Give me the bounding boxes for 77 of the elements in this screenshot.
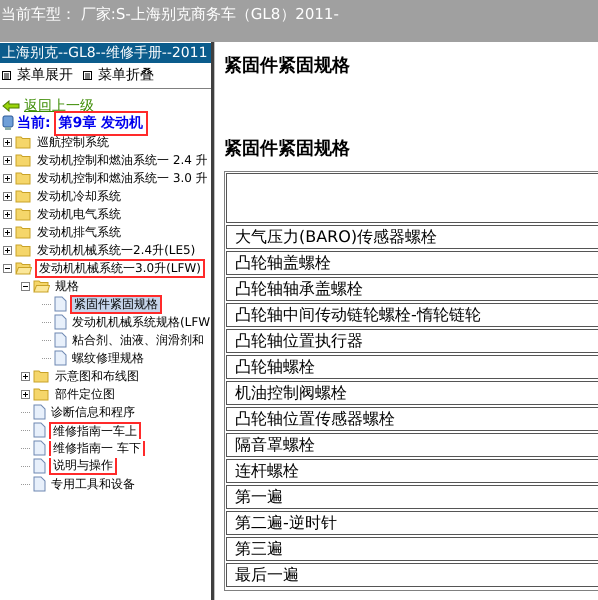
expand-icon[interactable] [3, 210, 12, 218]
tree-item[interactable]: 说明与操作 [49, 458, 117, 474]
tree-item[interactable]: 维修指南一 车下 [49, 440, 145, 456]
table-cell: 凸轮轴盖螺栓 [226, 251, 598, 275]
collapse-icon[interactable] [21, 282, 30, 290]
list-icon [83, 71, 92, 80]
tree-item[interactable]: 巡航控制系统 [35, 134, 111, 150]
table-cell: 凸轮轴位置传感器螺栓 [226, 407, 598, 431]
document-icon [33, 422, 46, 438]
table-cell: 大气压力(BARO)传感器螺栓 [226, 225, 598, 249]
menu-toggle-button[interactable]: 菜单展开 [2, 65, 73, 86]
document-icon [33, 458, 46, 474]
table-cell: 凸轮轴螺栓 [226, 355, 598, 379]
table-cell: 第一遍 [226, 485, 598, 509]
table-cell: 第二遍-逆时针 [226, 511, 598, 535]
tree-item[interactable]: 诊断信息和程序 [49, 404, 137, 420]
tree-item[interactable]: 发动机机械系统一3.0升(LFW) [35, 258, 205, 278]
expand-icon[interactable] [3, 192, 12, 200]
expand-icon[interactable] [3, 156, 12, 164]
document-icon [33, 440, 46, 456]
tree-item[interactable]: 发动机控制和燃油系统一 3.0 升 [35, 170, 210, 186]
folder-icon [15, 135, 32, 149]
back-arrow-icon [2, 100, 20, 112]
tree-item[interactable]: 发动机控制和燃油系统一 2.4 升 [35, 152, 210, 168]
tree-item[interactable]: 部件定位图 [53, 386, 117, 402]
page-title: 紧固件紧固规格 [224, 54, 351, 78]
open-folder-icon [33, 279, 50, 293]
expand-icon[interactable] [21, 390, 30, 398]
menu-toggle-button[interactable]: 菜单折叠 [83, 65, 154, 86]
tree-item[interactable]: 专用工具和设备 [49, 476, 137, 492]
computer-icon [2, 115, 14, 131]
expand-icon[interactable] [3, 246, 12, 254]
folder-icon [33, 369, 50, 383]
current-label: 当前: [17, 114, 51, 132]
folder-icon [15, 225, 32, 239]
folder-icon [15, 171, 32, 185]
folder-icon [15, 153, 32, 167]
current-chapter: 第9章 发动机 [54, 110, 148, 136]
document-icon [33, 476, 46, 492]
tree-item[interactable]: 发动机排气系统 [35, 224, 123, 240]
folder-icon [15, 189, 32, 203]
tree-item[interactable]: 发动机电气系统 [35, 206, 123, 222]
tree-item[interactable]: 螺纹修理规格 [70, 350, 146, 366]
document-icon [33, 404, 46, 420]
window-title: 当前车型： 厂家:S-上海别克商务车（GL8）2011- [1, 5, 339, 23]
table-cell: 机油控制阀螺栓 [226, 381, 598, 405]
folder-icon [15, 207, 32, 221]
tree-item[interactable]: 示意图和布线图 [53, 368, 141, 384]
table-cell: 凸轮轴位置执行器 [226, 329, 598, 353]
table-cell: 第三遍 [226, 537, 598, 561]
expand-icon[interactable] [21, 372, 30, 380]
open-folder-icon [15, 261, 32, 275]
expand-icon[interactable] [3, 138, 12, 146]
list-icon [2, 71, 11, 80]
table-cell: 连杆螺栓 [226, 459, 598, 483]
manual-header: 上海别克--GL8--维修手册--2011 [0, 43, 211, 63]
document-icon [54, 296, 67, 312]
section-title: 紧固件紧固规格 [224, 137, 351, 161]
table-cell: 凸轮轴中间传动链轮螺栓-惰轮链轮 [226, 303, 598, 327]
tree-item[interactable]: 紧固件紧固规格 [70, 294, 162, 314]
table-cell: 凸轮轴轴承盖螺栓 [226, 277, 598, 301]
table-cell: 最后一遍 [226, 563, 598, 587]
document-icon [54, 314, 67, 330]
expand-icon[interactable] [3, 228, 12, 236]
tree-item[interactable]: 粘合剂、油液、润滑剂和 [70, 332, 206, 348]
collapse-icon[interactable] [3, 264, 12, 272]
tree-item[interactable]: 维修指南一车上 [49, 422, 141, 438]
folder-icon [15, 243, 32, 257]
expand-icon[interactable] [3, 174, 12, 182]
tree-item[interactable]: 规格 [53, 278, 81, 294]
document-icon [54, 332, 67, 348]
tree-item[interactable]: 发动机机械系统规格(LFW [70, 314, 211, 330]
folder-icon [33, 387, 50, 401]
tree-item[interactable]: 发动机冷却系统 [35, 188, 123, 204]
table-cell: 隔音罩螺栓 [226, 433, 598, 457]
tree-item[interactable]: 发动机机械系统一2.4升(LE5) [35, 242, 198, 258]
document-icon [54, 350, 67, 366]
